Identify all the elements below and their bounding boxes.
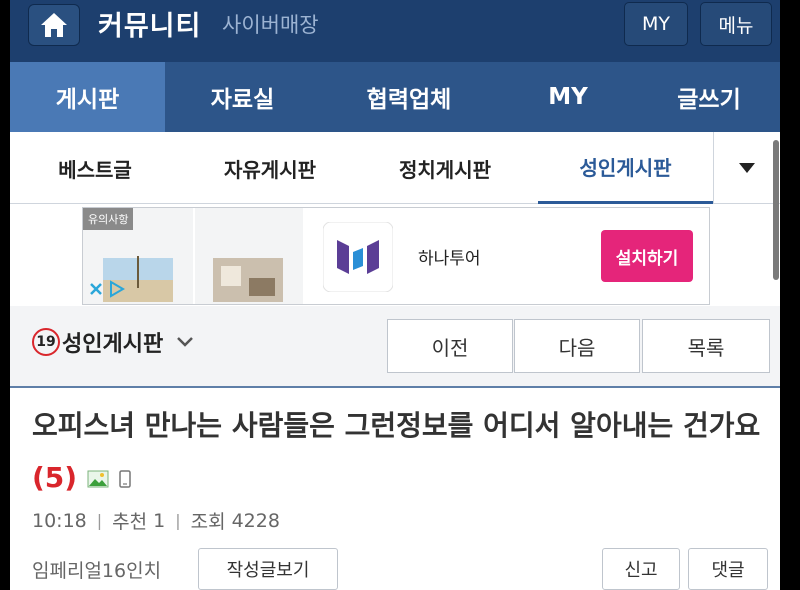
- comment-count[interactable]: (5): [32, 461, 77, 494]
- main-nav-board[interactable]: 게시판: [10, 62, 165, 132]
- author-name[interactable]: 임페리얼16인치: [32, 556, 161, 583]
- sub-nav: 베스트글 자유게시판 정치게시판 성인게시판: [10, 132, 780, 204]
- ad-install-button[interactable]: 설치하기: [601, 230, 693, 282]
- comment-button[interactable]: 댓글: [688, 548, 768, 590]
- ad-brand-name: 하나투어: [418, 249, 481, 269]
- tab-free-board[interactable]: 자유게시판: [200, 132, 340, 204]
- more-tabs-button[interactable]: [713, 132, 780, 204]
- home-icon: [41, 13, 67, 37]
- ad-thumbnail-2: [195, 208, 303, 304]
- board-name: 성인게시판: [62, 332, 164, 357]
- meta-divider: |: [96, 511, 103, 530]
- hanatour-logo: [322, 221, 394, 293]
- top-header: 커뮤니티 사이버매장 MY 메뉴: [10, 0, 780, 62]
- home-button[interactable]: [28, 4, 80, 46]
- mobile-icon: [118, 470, 131, 488]
- main-nav-partners[interactable]: 협력업체: [320, 62, 498, 132]
- site-title[interactable]: 커뮤니티: [98, 4, 201, 43]
- scrollbar[interactable]: [773, 140, 779, 280]
- post-meta: 10:18 | 추천 1 | 조회 4228: [32, 507, 280, 534]
- triangle-down-icon: [739, 163, 755, 173]
- next-post-button[interactable]: 다음: [514, 319, 640, 373]
- recommend-count: 1: [153, 509, 166, 532]
- main-nav-my[interactable]: MY: [498, 62, 638, 132]
- author-row: 임페리얼16인치 작성글보기 신고 댓글: [32, 548, 780, 590]
- view-author-posts-button[interactable]: 작성글보기: [198, 548, 338, 590]
- recommend-label: 추천: [112, 511, 148, 533]
- hanatour-logo-icon: [322, 221, 394, 293]
- board-selector[interactable]: 19 성인게시판: [32, 326, 195, 358]
- site-subtitle[interactable]: 사이버매장: [222, 9, 319, 39]
- tab-adult-board[interactable]: 성인게시판: [538, 132, 713, 204]
- ad-banner[interactable]: 유의사항 하나투어 설치하기: [82, 207, 710, 305]
- post-time: 10:18: [32, 509, 87, 532]
- room-image-icon: [195, 208, 303, 304]
- post-title-text: 오피스녀 만나는 사람들은 그런정보를 어디서 알아내는 건가요: [32, 409, 761, 442]
- tab-best[interactable]: 베스트글: [30, 132, 160, 204]
- main-nav-archive[interactable]: 자료실: [165, 62, 320, 132]
- meta-divider: |: [175, 511, 181, 530]
- views-label: 조회: [190, 511, 226, 533]
- main-nav-write[interactable]: 글쓰기: [638, 62, 780, 132]
- report-button[interactable]: 신고: [602, 548, 680, 590]
- image-attachment-icon: [87, 470, 109, 488]
- post-title: 오피스녀 만나는 사람들은 그런정보를 어디서 알아내는 건가요 (5): [32, 400, 772, 504]
- chevron-down-icon: [177, 337, 194, 347]
- tab-politics-board[interactable]: 정치게시판: [375, 132, 515, 204]
- menu-button[interactable]: 메뉴: [700, 2, 772, 46]
- main-nav: 게시판 자료실 협력업체 MY 글쓰기: [10, 62, 780, 132]
- ad-notice-label: 유의사항: [83, 208, 134, 230]
- views-count: 4228: [231, 509, 280, 532]
- mobile-page: 커뮤니티 사이버매장 MY 메뉴 게시판 자료실 협력업체 MY 글쓰기 베스트…: [10, 0, 780, 590]
- prev-post-button[interactable]: 이전: [387, 319, 513, 373]
- board-toolbar: 19 성인게시판 이전 다음 목록: [10, 306, 780, 388]
- list-button[interactable]: 목록: [642, 319, 770, 373]
- age-restriction-badge: 19: [32, 328, 60, 356]
- my-button[interactable]: MY: [624, 2, 688, 46]
